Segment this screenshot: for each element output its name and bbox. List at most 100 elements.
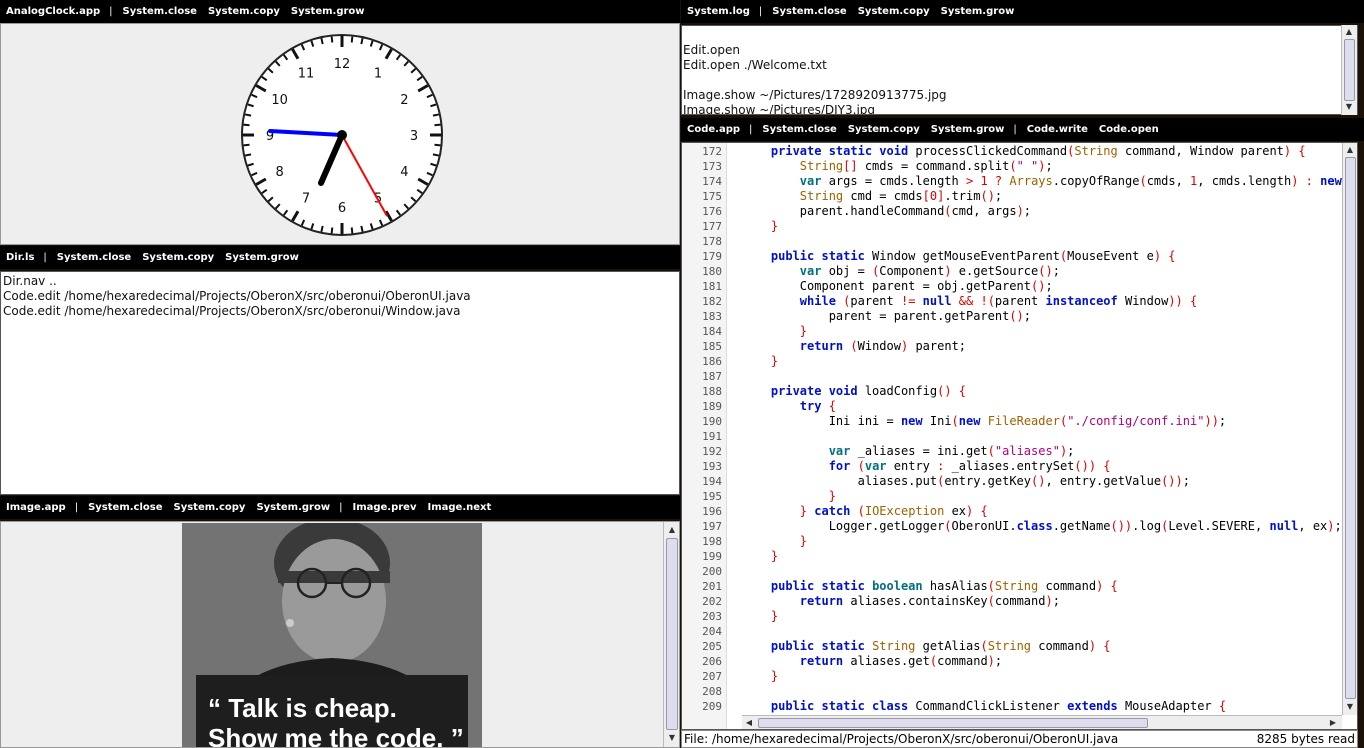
clock-number: 1 — [374, 67, 382, 82]
code-editor[interactable]: 172 173 174 175 176 177 178 179 180 181 182 183 184 1… — [681, 142, 1358, 730]
code-edit-link-oberonui[interactable]: Code.edit /home/hexaredecimal/Projects/O… — [3, 289, 677, 304]
clock-copy-button[interactable]: System.copy — [208, 0, 280, 23]
code-edit-link-window[interactable]: Code.edit /home/hexaredecimal/Projects/O… — [3, 304, 677, 319]
scroll-left-arrow-icon[interactable]: ◀ — [743, 717, 755, 729]
clock-number: 7 — [302, 191, 310, 206]
clock-close-button[interactable]: System.close — [123, 0, 197, 23]
log-grow-button[interactable]: System.grow — [941, 0, 1015, 23]
code-copy-button[interactable]: System.copy — [848, 118, 920, 141]
image-copy-button[interactable]: System.copy — [174, 496, 246, 519]
scrollbar-thumb[interactable] — [1344, 39, 1355, 101]
line-number-gutter: 172 173 174 175 176 177 178 179 180 181 182 183 184 1… — [682, 143, 727, 729]
dir-close-button[interactable]: System.close — [57, 246, 131, 269]
clock-tick — [350, 227, 354, 234]
code-line: public static String getAlias(String com… — [770, 639, 1111, 653]
code-titlebar: Code.app | System.close System.copy System.g… — [681, 118, 1364, 141]
code-line: } — [770, 609, 779, 623]
dir-ls-label[interactable]: Dir.ls — [6, 246, 34, 269]
scroll-up-arrow-icon[interactable]: ▲ — [1343, 26, 1355, 38]
line-number: 194 — [702, 475, 722, 488]
clock-number: 3 — [410, 129, 418, 144]
clock-tick — [434, 123, 441, 127]
dir-copy-button[interactable]: System.copy — [142, 246, 214, 269]
image-vertical-scrollbar[interactable]: ▲ ▼ — [663, 522, 679, 747]
quote-line-1: “ Talk is cheap. — [208, 693, 397, 723]
line-number: 195 — [702, 490, 722, 503]
line-number: 180 — [702, 265, 722, 278]
code-line: try { — [799, 399, 836, 413]
clock-number: 2 — [400, 93, 408, 108]
code-line: public static boolean hasAlias(String co… — [770, 579, 1118, 593]
log-copy-button[interactable]: System.copy — [858, 0, 930, 23]
scroll-down-arrow-icon[interactable]: ▼ — [1344, 701, 1356, 713]
code-line: private static void processClickedComman… — [770, 144, 1306, 158]
line-number: 205 — [702, 640, 722, 653]
image-close-button[interactable]: System.close — [88, 496, 162, 519]
line-number: 185 — [702, 340, 722, 353]
line-number: 191 — [702, 430, 722, 443]
scroll-up-arrow-icon[interactable]: ▲ — [666, 524, 678, 536]
image-grow-button[interactable]: System.grow — [256, 496, 330, 519]
scroll-up-arrow-icon[interactable]: ▲ — [1344, 144, 1356, 156]
scrollbar-thumb[interactable] — [1345, 157, 1356, 699]
line-number: 188 — [702, 385, 722, 398]
image-next-button[interactable]: Image.next — [428, 496, 492, 519]
code-line: String cmd = cmds[0].trim(); — [799, 189, 1003, 203]
line-number: 183 — [702, 310, 722, 323]
code-write-button[interactable]: Code.write — [1027, 118, 1088, 141]
scroll-right-arrow-icon[interactable]: ▶ — [1327, 717, 1339, 729]
dir-nav-link[interactable]: Dir.nav .. — [3, 274, 677, 289]
title-separator: | — [1013, 124, 1017, 135]
scrollbar-thumb[interactable] — [758, 718, 1148, 728]
code-grow-button[interactable]: System.grow — [931, 118, 1005, 141]
log-content[interactable]: Edit.open Edit.open ./Welcome.txt Image.… — [681, 25, 1358, 115]
code-line: var _aliases = ini.get("aliases"); — [828, 444, 1075, 458]
code-horizontal-scrollbar[interactable]: ◀ ▶ — [742, 715, 1342, 729]
image-prev-button[interactable]: Image.prev — [352, 496, 416, 519]
title-separator: | — [109, 6, 113, 17]
line-number: 192 — [702, 445, 722, 458]
code-line: parent.handleCommand(cmd, args); — [742, 204, 1032, 218]
line-number: 199 — [702, 550, 722, 563]
title-separator: | — [758, 6, 763, 17]
code-app-label[interactable]: Code.app — [687, 118, 740, 141]
code-line: } — [770, 219, 779, 233]
log-vertical-scrollbar[interactable]: ▲ ▼ — [1341, 25, 1357, 115]
log-line[interactable]: Image.show ~/Pictures/1728920913775.jpg — [683, 88, 1357, 103]
scroll-down-arrow-icon[interactable]: ▼ — [1343, 101, 1355, 113]
code-text-area[interactable]: private static void processClickedComman… — [742, 144, 1342, 714]
status-bar: File: /home/hexaredecimal/Projects/Obero… — [681, 730, 1358, 748]
clock-app-label[interactable]: AnalogClock.app — [6, 0, 100, 23]
dir-grow-button[interactable]: System.grow — [225, 246, 299, 269]
log-line[interactable]: Edit.open ./Welcome.txt — [683, 58, 1357, 73]
status-bytes-read: 8285 bytes read — [1256, 732, 1355, 746]
code-line: public static Window getMouseEventParent… — [770, 249, 1176, 263]
clock-tick — [320, 37, 324, 45]
dir-content[interactable]: Dir.nav .. Code.edit /home/hexaredecimal… — [0, 271, 680, 495]
scrollbar-thumb[interactable] — [666, 538, 678, 730]
log-close-button[interactable]: System.close — [772, 0, 846, 23]
log-line[interactable]: Edit.open — [683, 43, 1357, 58]
line-number: 208 — [702, 685, 722, 698]
scroll-down-arrow-icon[interactable]: ▼ — [666, 732, 678, 744]
log-line[interactable]: Image.show ~/Pictures/DIY3.jpg — [683, 103, 1357, 114]
line-number: 202 — [702, 595, 722, 608]
image-app-label[interactable]: Image.app — [6, 496, 66, 519]
log-titlebar: System.log | System.close System.copy System… — [681, 0, 1364, 23]
clock-tick — [244, 113, 252, 117]
title-separator: | — [339, 502, 343, 513]
code-line: return (Window) parent; — [799, 339, 967, 353]
code-line: } — [799, 534, 808, 548]
line-number: 178 — [702, 235, 722, 248]
code-line: Logger.getLogger(OberonUI.class.getName(… — [742, 519, 1342, 533]
system-log-label[interactable]: System.log — [687, 0, 750, 23]
code-vertical-scrollbar[interactable]: ▲ ▼ — [1342, 143, 1357, 715]
clock-tick — [243, 143, 250, 147]
code-open-button[interactable]: Code.open — [1099, 118, 1159, 141]
line-number: 197 — [702, 520, 722, 533]
code-close-button[interactable]: System.close — [762, 118, 836, 141]
clock-grow-button[interactable]: System.grow — [291, 0, 365, 23]
